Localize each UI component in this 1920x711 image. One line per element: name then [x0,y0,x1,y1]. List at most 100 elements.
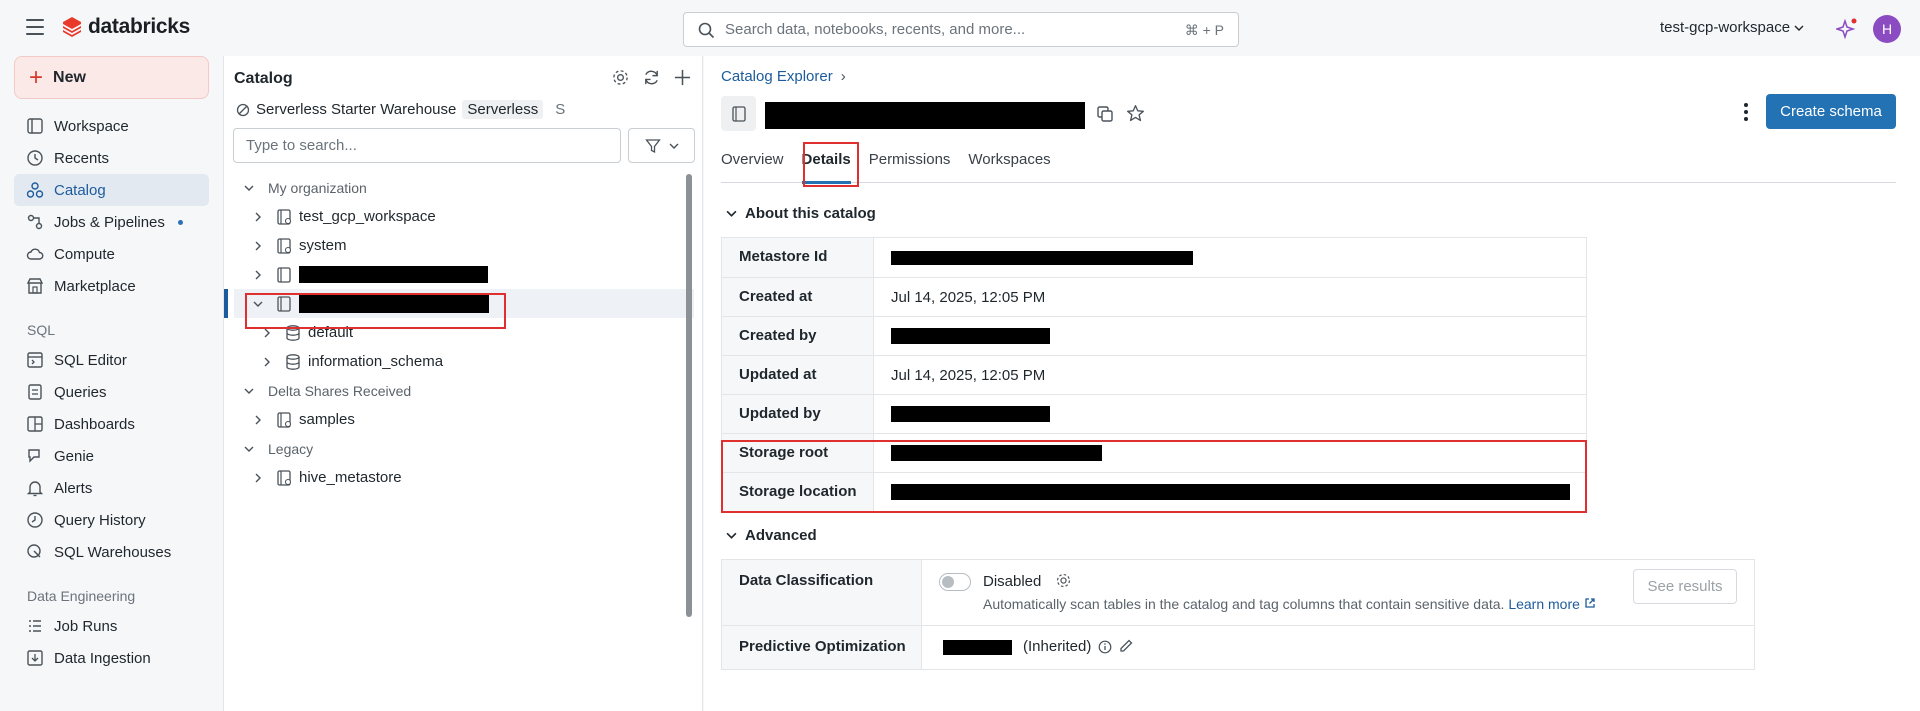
shared-catalog-icon [277,411,292,428]
nav-item-alerts[interactable]: Alerts [14,472,209,504]
nav-item-genie[interactable]: Genie [14,440,209,472]
add-icon[interactable] [673,68,692,87]
edit-pencil-icon[interactable] [1118,638,1134,654]
catalog-search-input[interactable]: Type to search... [233,128,621,163]
table-row: Updated at Jul 14, 2025, 12:05 PM [722,355,1586,394]
global-search-input[interactable]: Search data, notebooks, recents, and mor… [683,12,1239,47]
new-button[interactable]: + New [14,56,209,99]
detail-key: Data Classification [722,560,922,625]
nav-item-jobs-pipelines[interactable]: Jobs & Pipelines [14,206,209,238]
catalog-explorer-main: Catalog Explorer › Create schema Overview… [704,56,1920,711]
data-classification-toggle[interactable] [939,573,971,591]
star-icon[interactable] [1126,104,1145,123]
nav-label: Recents [54,149,110,167]
jobs-icon [27,214,43,230]
assistant-sparkle-icon[interactable] [1836,18,1858,40]
refresh-icon[interactable] [642,68,661,87]
avatar[interactable]: H [1873,15,1901,43]
nav-item-dashboards[interactable]: Dashboards [14,408,209,440]
section-title: About this catalog [745,205,876,222]
advanced-header[interactable]: Advanced [726,527,817,544]
description-text: Automatically scan tables in the catalog… [983,596,1505,612]
info-icon[interactable] [1098,640,1112,654]
workspace-switcher[interactable]: test-gcp-workspace [1660,19,1804,36]
tree-item-samples[interactable]: samples [234,405,694,434]
chevron-right-icon [255,270,261,279]
tree-item-label: samples [299,411,355,428]
tree-item-label: system [299,237,347,254]
catalog-panel-title: Catalog [234,70,293,87]
nav-item-compute[interactable]: Compute [14,238,209,270]
detail-key: Updated at [722,356,874,394]
nav-label: Query History [54,511,146,529]
chevron-right-icon [264,357,270,366]
plus-icon: + [29,63,44,91]
redacted-value [891,406,1050,422]
databricks-logo-icon [63,17,81,37]
nav-item-workspace[interactable]: Workspace [14,110,209,142]
filter-button[interactable] [628,128,695,163]
detail-key: Created by [722,317,874,355]
tree-item-redacted-catalog[interactable] [234,260,694,289]
redacted-value [943,640,1012,655]
nav-item-sql-editor[interactable]: SQL Editor [14,344,209,376]
nav-item-queries[interactable]: Queries [14,376,209,408]
breadcrumb-catalog-explorer[interactable]: Catalog Explorer [721,68,833,85]
chevron-down-icon [244,446,254,452]
tree-item-test-gcp-workspace[interactable]: test_gcp_workspace [234,202,694,231]
nav-item-job-runs[interactable]: Job Runs [14,610,209,642]
gear-icon[interactable] [1055,572,1072,589]
tab-overview[interactable]: Overview [721,144,793,183]
genie-icon [28,449,40,463]
detail-value [874,395,1586,433]
left-nav: + New Workspace Recents Catalog Jobs & P… [0,56,222,711]
table-row: Metastore Id [722,238,1586,277]
copy-icon[interactable] [1096,105,1114,123]
tree-section-my-organization[interactable]: My organization [234,173,694,202]
advanced-table: Data Classification Disabled Automatical… [721,559,1755,670]
learn-more-link[interactable]: Learn more [1508,596,1580,612]
tree-section-delta-shares[interactable]: Delta Shares Received [234,376,694,405]
tree-item-hive-metastore[interactable]: hive_metastore [234,463,694,492]
nav-item-query-history[interactable]: Query History [14,504,209,536]
tree-item-schema-information-schema[interactable]: information_schema [234,347,694,376]
nav-item-data-ingestion[interactable]: Data Ingestion [14,642,209,674]
tree-section-label: Legacy [268,440,314,457]
menu-icon[interactable] [26,19,44,35]
schema-icon [286,353,300,370]
tab-workspaces[interactable]: Workspaces [968,144,1059,183]
ingestion-icon [27,650,43,666]
catalog-icon [277,208,292,225]
nav-item-recents[interactable]: Recents [14,142,209,174]
top-bar: databricks Search data, notebooks, recen… [0,0,1920,56]
tree-item-system[interactable]: system [234,231,694,260]
nav-item-sql-warehouses[interactable]: SQL Warehouses [14,536,209,568]
breadcrumb[interactable]: Catalog Explorer › [721,68,846,85]
table-row: Created at Jul 14, 2025, 12:05 PM [722,277,1586,316]
tree-section-legacy[interactable]: Legacy [234,434,694,463]
detail-value [874,238,1586,277]
nav-label: Compute [54,245,115,263]
tree-item-label: test_gcp_workspace [299,208,436,225]
chevron-right-icon [255,241,261,250]
nav-item-marketplace[interactable]: Marketplace [14,270,209,302]
tree-scrollbar[interactable] [686,174,692,617]
warehouse-selector[interactable]: Serverless Starter Warehouse Serverless … [236,100,565,119]
detail-value: Jul 14, 2025, 12:05 PM [891,366,1046,384]
new-indicator-dot [177,219,183,225]
databricks-logo[interactable]: databricks [62,15,190,39]
create-schema-button[interactable]: Create schema [1766,94,1896,129]
search-shortcut: ⌘ + P [1184,22,1224,38]
table-row: Updated by [722,394,1586,433]
see-results-button[interactable]: See results [1633,569,1737,604]
sql-editor-icon [27,352,43,368]
nav-label: Data Ingestion [54,649,151,667]
about-catalog-header[interactable]: About this catalog [726,205,876,222]
tab-permissions[interactable]: Permissions [869,144,960,183]
table-row: Created by [722,316,1586,355]
gear-icon[interactable] [611,68,630,87]
more-options-icon[interactable] [1734,100,1758,124]
nav-label: Genie [54,447,95,465]
chevron-down-icon [1794,25,1804,31]
nav-item-catalog[interactable]: Catalog [14,174,209,206]
